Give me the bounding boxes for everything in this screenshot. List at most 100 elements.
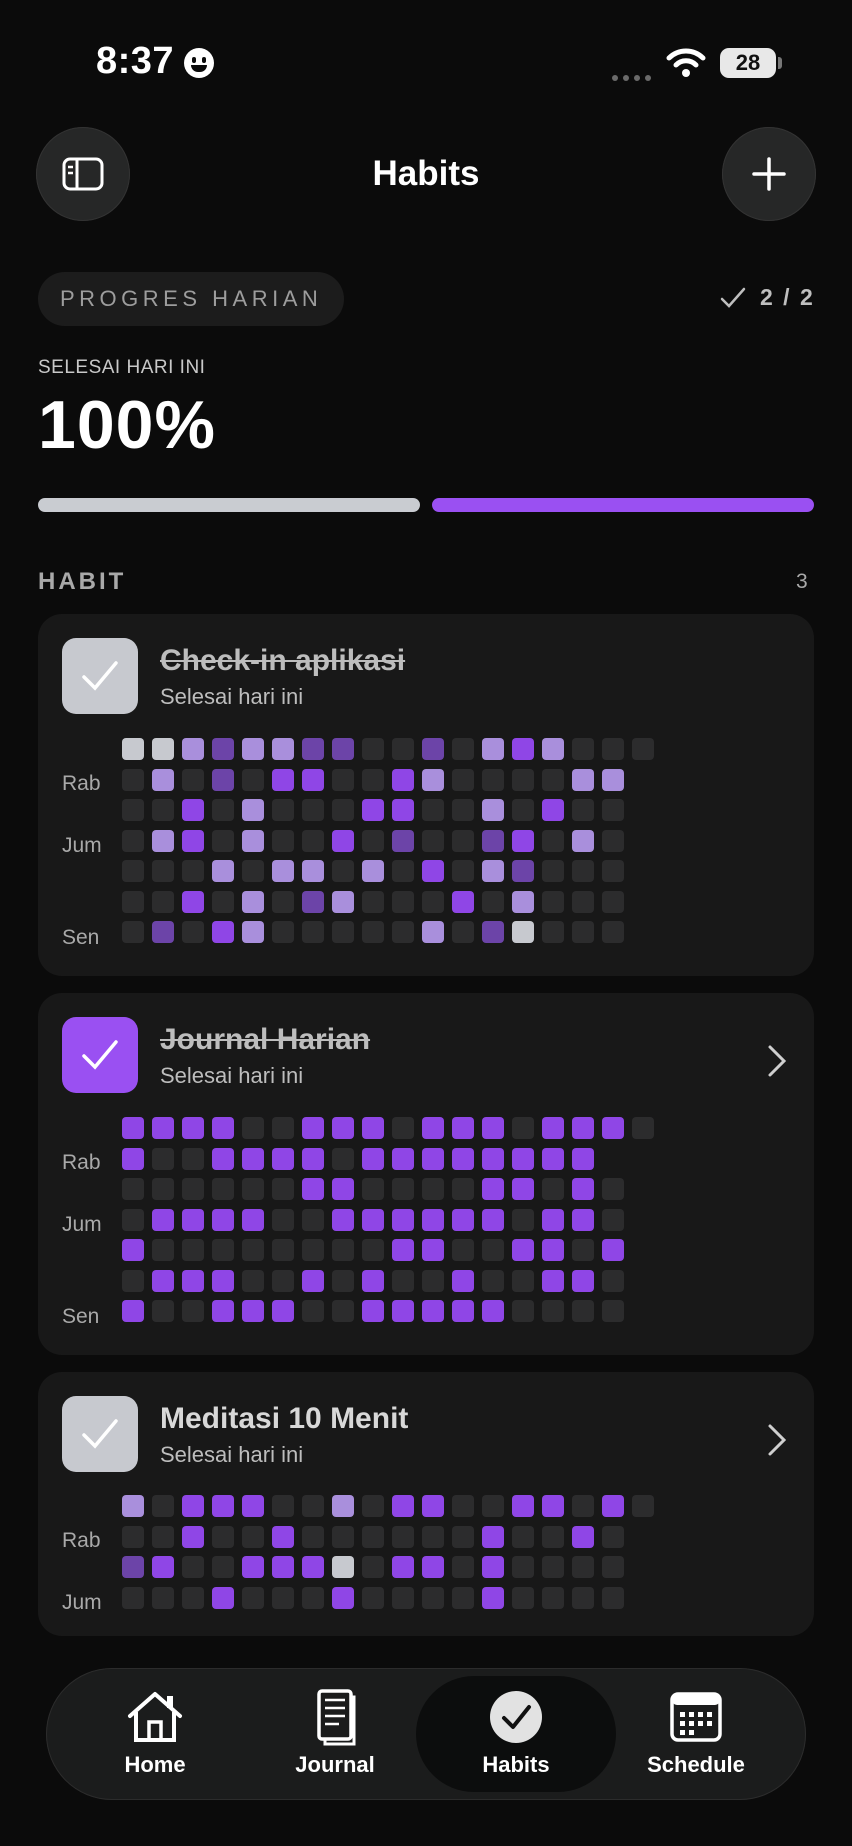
heatmap-cell-empty xyxy=(542,1556,564,1578)
heatmap-cell-empty xyxy=(242,1117,264,1139)
heatmap-cell-light xyxy=(242,921,264,943)
heatmap-cell-empty xyxy=(512,1556,534,1578)
heatmap-cell-full xyxy=(332,1178,354,1200)
heatmap-cell-light xyxy=(212,860,234,882)
heatmap-cell-full xyxy=(212,1117,234,1139)
heatmap-cell-full xyxy=(182,829,204,852)
heatmap-cell-full xyxy=(152,1556,174,1578)
heatmap-cell-empty xyxy=(272,1239,294,1261)
tab-home[interactable]: Home xyxy=(70,1688,240,1778)
heatmap-cell-full xyxy=(212,1300,234,1322)
heatmap-cell-full xyxy=(482,1586,504,1609)
habit-checkbox[interactable] xyxy=(62,1396,138,1472)
heatmap-cell-empty xyxy=(572,860,594,882)
check-icon xyxy=(82,1040,118,1070)
chevron-right-icon[interactable] xyxy=(764,1041,790,1081)
heatmap-cell-empty xyxy=(482,768,504,791)
heatmap-cell-full xyxy=(272,1300,294,1322)
heatmap-cell-empty xyxy=(122,1586,144,1609)
heatmap-cell-empty xyxy=(362,1556,384,1578)
heatmap-cell-empty xyxy=(302,829,324,852)
heatmap-cell-empty xyxy=(542,1586,564,1609)
heatmap-cell-empty xyxy=(122,1525,144,1548)
habit-name: Journal Harian xyxy=(160,1023,371,1056)
heatmap-cell-full xyxy=(422,1208,444,1231)
heatmap-cell-empty xyxy=(392,1525,414,1548)
heatmap-cell-light xyxy=(482,799,504,821)
heatmap-cell-empty xyxy=(212,799,234,821)
day-label-rab: Rab xyxy=(62,1151,101,1174)
heatmap-cell-empty xyxy=(362,1525,384,1548)
heatmap-cell-full xyxy=(422,860,444,882)
heatmap-cell-empty xyxy=(542,890,564,913)
heatmap-cell-empty xyxy=(152,799,174,821)
day-label-jum: Jum xyxy=(62,834,102,857)
add-habit-button[interactable] xyxy=(722,127,816,221)
heatmap-cell-full xyxy=(212,1495,234,1517)
heatmap-cell-empty xyxy=(452,799,474,821)
heatmap-cell-light xyxy=(242,799,264,821)
habit-checkbox[interactable] xyxy=(62,638,138,714)
heatmap-cell-empty xyxy=(602,1525,624,1548)
habit-section-title: HABIT xyxy=(38,568,127,595)
heatmap-cell-empty xyxy=(602,1208,624,1231)
tab-journal[interactable]: Journal xyxy=(250,1688,420,1778)
heatmap-cell-full xyxy=(482,1117,504,1139)
heatmap-cell-full xyxy=(392,1239,414,1261)
habit-card-meditasi[interactable]: Meditasi 10 Menit Selesai hari ini Rab J… xyxy=(38,1372,814,1636)
tab-schedule[interactable]: Schedule xyxy=(611,1688,781,1778)
heatmap-cell-empty xyxy=(362,1239,384,1261)
heatmap-cell-empty xyxy=(602,1586,624,1609)
heatmap-cell-light xyxy=(182,738,204,760)
heatmap-cell-full xyxy=(242,1147,264,1170)
heatmap-cell-full xyxy=(422,1239,444,1261)
habit-card-checkin[interactable]: Check-in aplikasi Selesai hari ini Rab J… xyxy=(38,614,814,976)
heatmap-cell-full xyxy=(542,1147,564,1170)
progress-count-text: 2 / 2 xyxy=(760,284,815,310)
heatmap-cell-empty xyxy=(362,768,384,791)
heatmap-cell-full xyxy=(212,1208,234,1231)
heatmap-cell-medium xyxy=(212,768,234,791)
heatmap-cell-full xyxy=(482,1300,504,1322)
completed-today-label: SELESAI HARI INI xyxy=(38,357,206,378)
heatmap-cell-empty xyxy=(122,1178,144,1200)
heatmap-cell-empty xyxy=(152,1178,174,1200)
heatmap-cell-empty xyxy=(392,921,414,943)
heatmap-cell-full xyxy=(362,1147,384,1170)
heatmap-cell-empty xyxy=(332,768,354,791)
heatmap-cell-light xyxy=(572,768,594,791)
heatmap-cell-empty xyxy=(422,1178,444,1200)
heatmap-cell-light xyxy=(242,890,264,913)
heatmap-cell-light xyxy=(272,860,294,882)
heatmap-cell-empty xyxy=(362,921,384,943)
heatmap-cell-empty xyxy=(182,921,204,943)
heatmap-cell-full xyxy=(362,1269,384,1292)
heatmap-cell-empty xyxy=(182,1147,204,1170)
heatmap-cell-empty xyxy=(572,1556,594,1578)
heatmap-cell-medium xyxy=(422,738,444,760)
completion-percent: 100% xyxy=(38,387,216,463)
heatmap-cell-empty xyxy=(362,1586,384,1609)
heatmap-cell-full xyxy=(422,1495,444,1517)
heatmap-cell-full xyxy=(182,1117,204,1139)
habit-checkbox[interactable] xyxy=(62,1017,138,1093)
heatmap-cell-empty xyxy=(182,1586,204,1609)
heatmap-cell-gray xyxy=(512,921,534,943)
heatmap-cell-light xyxy=(422,921,444,943)
heatmap-cell-empty xyxy=(152,1586,174,1609)
chevron-right-icon[interactable] xyxy=(764,1420,790,1460)
heatmap-cell-empty xyxy=(122,1208,144,1231)
heatmap-cell-empty xyxy=(152,860,174,882)
heatmap-cell-empty xyxy=(392,1117,414,1139)
heatmap-cell-full xyxy=(392,768,414,791)
heatmap-cell-light xyxy=(362,860,384,882)
heatmap-cell-full xyxy=(572,1269,594,1292)
heatmap-cell-empty xyxy=(602,921,624,943)
habit-card-journal[interactable]: Journal Harian Selesai hari ini Rab Jum … xyxy=(38,993,814,1355)
heatmap-cell-full xyxy=(542,1208,564,1231)
heatmap-cell-empty xyxy=(482,1495,504,1517)
heatmap-cell-empty xyxy=(242,1586,264,1609)
tab-habits[interactable]: Habits xyxy=(431,1688,601,1778)
heatmap-cell-medium xyxy=(482,921,504,943)
heatmap-cell-full xyxy=(272,1147,294,1170)
